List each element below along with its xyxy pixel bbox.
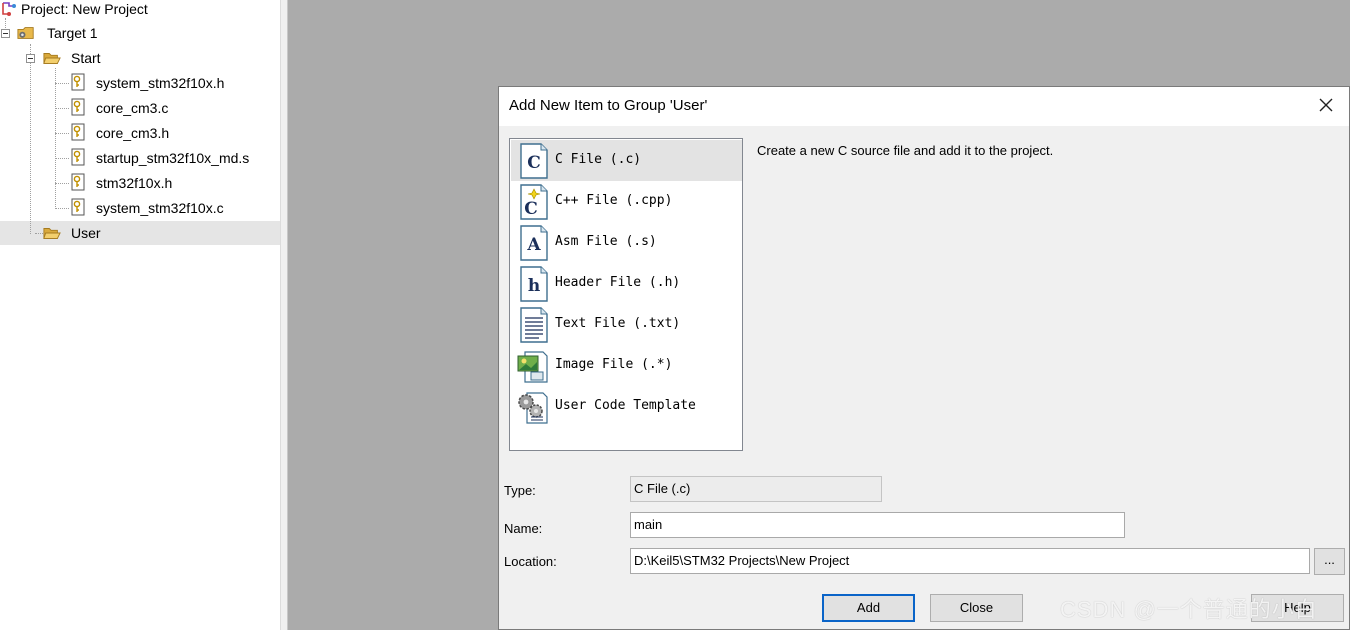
tree-item-file[interactable]: system_stm32f10x.h — [0, 71, 280, 95]
collapse-toggle[interactable] — [1, 29, 10, 38]
file-label: system_stm32f10x.c — [96, 200, 224, 216]
item-label: Image File (.*) — [555, 357, 673, 372]
item-type-list[interactable]: C C File (.c) C C++ File (.cpp) A Asm Fi… — [509, 138, 743, 451]
add-button[interactable]: Add — [822, 594, 915, 622]
svg-text:A: A — [526, 235, 541, 255]
tree-item-project[interactable]: Project: New Project — [0, 0, 280, 21]
image-file-icon — [517, 351, 548, 383]
splitter[interactable] — [280, 0, 288, 630]
item-label: C File (.c) — [555, 152, 642, 167]
c-file-icon: C — [520, 143, 548, 179]
tree-item-target[interactable]: Target 1 — [0, 21, 280, 45]
close-icon[interactable] — [1317, 96, 1335, 114]
item-label: Asm File (.s) — [555, 234, 657, 249]
add-new-item-dialog: Add New Item to Group 'User' C C File (.… — [498, 86, 1350, 630]
name-label: Name: — [504, 521, 543, 536]
list-item-header-file[interactable]: h Header File (.h) — [511, 263, 742, 304]
dialog-title: Add New Item to Group 'User' — [509, 97, 708, 114]
file-label: core_cm3.h — [96, 125, 170, 141]
file-key-icon — [71, 73, 85, 91]
tree-item-file[interactable]: core_cm3.c — [0, 96, 280, 120]
type-field: C File (.c) — [630, 476, 882, 502]
list-item-image-file[interactable]: Image File (.*) — [511, 345, 742, 386]
target-folder-icon — [17, 27, 34, 39]
item-label: User Code Template — [555, 398, 696, 413]
list-item-asm-file[interactable]: A Asm File (.s) — [511, 222, 742, 263]
target-label: Target 1 — [47, 25, 98, 41]
project-icon — [2, 2, 16, 16]
tree-item-file[interactable]: core_cm3.h — [0, 121, 280, 145]
svg-text:h: h — [528, 276, 540, 296]
item-label: Text File (.txt) — [555, 316, 681, 331]
file-key-icon — [71, 123, 85, 141]
folder-open-icon — [43, 228, 61, 239]
svg-text:C: C — [524, 199, 538, 219]
project-label: Project: New Project — [21, 1, 148, 17]
location-input[interactable]: D:\Keil5\STM32 Projects\New Project — [630, 548, 1310, 574]
item-label: Header File (.h) — [555, 275, 681, 290]
file-label: core_cm3.c — [96, 100, 169, 116]
list-item-user-code-template[interactable]: User Code Template — [511, 386, 742, 427]
tree-item-group-user[interactable]: User — [0, 221, 280, 245]
file-key-icon — [71, 148, 85, 166]
file-key-icon — [71, 98, 85, 116]
file-key-icon — [71, 173, 85, 191]
folder-open-icon — [43, 53, 61, 64]
collapse-toggle[interactable] — [26, 54, 35, 63]
file-label: system_stm32f10x.h — [96, 75, 225, 91]
type-label: Type: — [504, 483, 536, 498]
file-label: stm32f10x.h — [96, 175, 173, 191]
text-file-icon — [520, 307, 548, 343]
svg-text:C: C — [527, 153, 541, 173]
group-label: User — [71, 225, 101, 241]
file-label: startup_stm32f10x_md.s — [96, 150, 250, 166]
location-label: Location: — [504, 554, 557, 569]
help-button[interactable]: Help — [1251, 594, 1344, 622]
file-key-icon — [71, 198, 85, 216]
browse-button[interactable]: ... — [1314, 548, 1345, 575]
item-label: C++ File (.cpp) — [555, 193, 673, 208]
item-description: Create a new C source file and add it to… — [757, 143, 1054, 158]
tree-item-file[interactable]: startup_stm32f10x_md.s — [0, 146, 280, 170]
name-input[interactable]: main — [630, 512, 1125, 538]
list-item-cpp-file[interactable]: C C++ File (.cpp) — [511, 181, 742, 222]
asm-file-icon: A — [520, 225, 548, 261]
tree-item-group-start[interactable]: Start — [0, 46, 280, 70]
tree-item-file[interactable]: system_stm32f10x.c — [0, 196, 280, 220]
close-button[interactable]: Close — [930, 594, 1023, 622]
project-tree: Project: New Project Target 1 Start syst… — [0, 0, 280, 630]
tree-item-file[interactable]: stm32f10x.h — [0, 171, 280, 195]
list-item-c-file[interactable]: C C File (.c) — [511, 140, 742, 181]
gears-icon — [518, 392, 548, 424]
dialog-titlebar[interactable]: Add New Item to Group 'User' — [499, 87, 1349, 126]
header-file-icon: h — [520, 266, 548, 302]
list-item-text-file[interactable]: Text File (.txt) — [511, 304, 742, 345]
group-label: Start — [71, 50, 101, 66]
cpp-file-icon: C — [520, 184, 548, 220]
